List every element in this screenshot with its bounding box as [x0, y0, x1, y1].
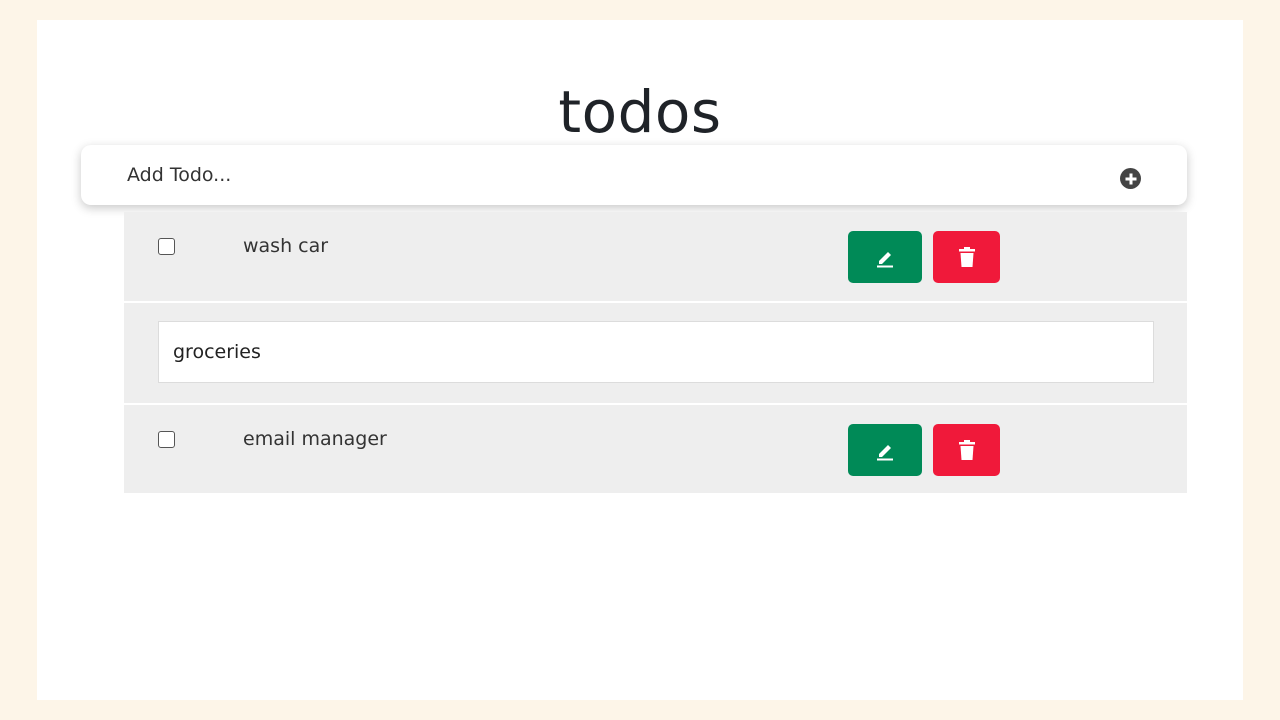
delete-button[interactable]: [933, 231, 1000, 283]
todo-item: wash car: [124, 212, 1187, 303]
pencil-icon: [877, 445, 893, 461]
add-todo-input[interactable]: [81, 145, 1101, 205]
add-todo-bar: [81, 145, 1187, 205]
delete-button[interactable]: [933, 424, 1000, 476]
todo-item: email manager: [124, 405, 1187, 493]
app-card: todos wash car: [37, 20, 1243, 700]
pencil-icon: [877, 252, 893, 268]
trash-icon: [958, 440, 975, 460]
todo-checkbox[interactable]: [158, 431, 175, 448]
page-title: todos: [558, 78, 722, 146]
todo-label: email manager: [243, 428, 387, 450]
plus-circle-icon[interactable]: [1120, 168, 1141, 189]
trash-icon: [958, 247, 975, 267]
edit-button[interactable]: [848, 231, 922, 283]
todo-label: wash car: [243, 235, 329, 257]
edit-button[interactable]: [848, 424, 922, 476]
todo-checkbox[interactable]: [158, 238, 175, 255]
todo-item-editing: [124, 303, 1187, 405]
edit-todo-input[interactable]: [158, 321, 1154, 383]
todo-list: wash car email manager: [124, 212, 1187, 493]
